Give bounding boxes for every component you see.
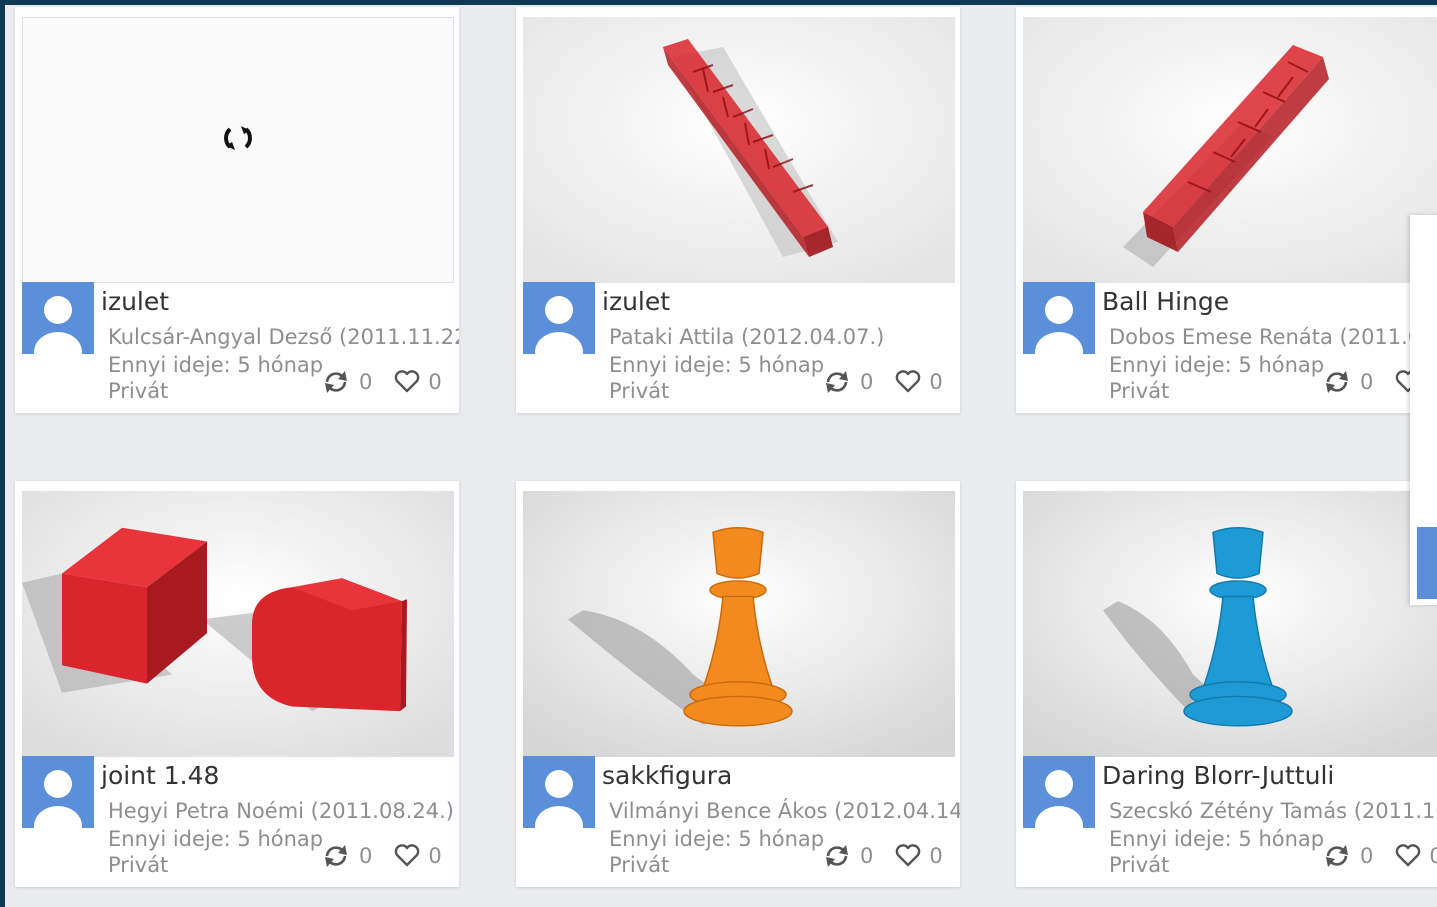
- design-author[interactable]: Vilmányi Bence Ákos (2012.04.14.): [609, 799, 960, 823]
- design-title[interactable]: izulet: [101, 287, 169, 316]
- design-author[interactable]: Pataki Attila (2012.04.07.): [609, 325, 884, 349]
- design-title[interactable]: Ball Hinge: [1102, 287, 1229, 316]
- remix-icon[interactable]: [1322, 843, 1352, 869]
- remix-icon[interactable]: [321, 843, 351, 869]
- design-thumbnail[interactable]: [22, 491, 454, 757]
- remix-count: 0: [1360, 370, 1374, 394]
- avatar[interactable]: [22, 756, 94, 828]
- like-count: 0: [929, 370, 943, 394]
- design-card[interactable]: sakkfigura Vilmányi Bence Ákos (2012.04.…: [516, 481, 960, 887]
- design-privacy: Privát: [609, 853, 670, 877]
- design-age: Ennyi ideje: 5 hónap: [108, 353, 324, 377]
- blue-chess-pawn-image: [1023, 491, 1437, 757]
- design-thumbnail[interactable]: [523, 17, 955, 283]
- orange-chess-pawn-image: [523, 491, 955, 757]
- avatar[interactable]: [1023, 282, 1095, 354]
- design-thumbnail[interactable]: [1023, 17, 1437, 283]
- design-title[interactable]: joint 1.48: [101, 761, 219, 790]
- design-title[interactable]: sakkfigura: [602, 761, 732, 790]
- design-author[interactable]: Hegyi Petra Noémi (2011.08.24.): [108, 799, 454, 823]
- avatar[interactable]: [523, 756, 595, 828]
- design-stats: 0 0: [321, 369, 456, 395]
- like-count: 0: [428, 844, 442, 868]
- loading-icon: [224, 126, 252, 150]
- design-card[interactable]: izulet Kulcsár-Angyal Dezső (2011.11.22.…: [15, 7, 459, 413]
- remix-icon[interactable]: [822, 843, 852, 869]
- remix-count: 0: [1360, 844, 1374, 868]
- red-maze-bar-image: [523, 17, 955, 283]
- avatar[interactable]: [523, 282, 595, 354]
- heart-icon[interactable]: [394, 370, 420, 394]
- design-author[interactable]: Szecskó Zétény Tamás (2011.10.0: [1109, 799, 1437, 823]
- heart-icon[interactable]: [1395, 844, 1421, 868]
- design-age: Ennyi ideje: 5 hónap: [108, 827, 324, 851]
- remix-count: 0: [359, 370, 373, 394]
- remix-count: 0: [860, 370, 874, 394]
- design-author[interactable]: Dobos Emese Renáta (2011.04: [1109, 325, 1435, 349]
- design-stats: 0 0: [822, 369, 957, 395]
- design-stats: 0 0: [321, 843, 456, 869]
- designs-gallery: izulet Kulcsár-Angyal Dezső (2011.11.22.…: [5, 5, 1437, 907]
- heart-icon[interactable]: [895, 370, 921, 394]
- heart-icon[interactable]: [394, 844, 420, 868]
- design-privacy: Privát: [1109, 853, 1170, 877]
- remix-count: 0: [860, 844, 874, 868]
- heart-icon[interactable]: [895, 844, 921, 868]
- like-count: 0: [428, 370, 442, 394]
- design-card[interactable]: Daring Blorr-Juttuli Szecskó Zétény Tamá…: [1016, 481, 1437, 887]
- design-thumbnail[interactable]: [523, 491, 955, 757]
- remix-count: 0: [359, 844, 373, 868]
- remix-icon[interactable]: [822, 369, 852, 395]
- remix-icon[interactable]: [1322, 369, 1352, 395]
- avatar[interactable]: [1417, 527, 1437, 599]
- design-title[interactable]: Daring Blorr-Juttuli: [1102, 761, 1334, 790]
- design-age: Ennyi ideje: 5 hónap: [1109, 827, 1325, 851]
- design-stats: 0 0: [1322, 843, 1437, 869]
- design-card[interactable]: joint 1.48 Hegyi Petra Noémi (2011.08.24…: [15, 481, 459, 887]
- design-card[interactable]: Ball Hinge Dobos Emese Renáta (2011.04 E…: [1016, 7, 1437, 413]
- like-count: 0: [1429, 844, 1437, 868]
- design-stats: 0 0: [822, 843, 957, 869]
- red-joint-blocks-image: [22, 491, 454, 757]
- design-privacy: Privát: [108, 853, 169, 877]
- design-title[interactable]: izulet: [602, 287, 670, 316]
- design-author[interactable]: Kulcsár-Angyal Dezső (2011.11.22.): [108, 325, 459, 349]
- design-age: Ennyi ideje: 5 hónap: [609, 827, 825, 851]
- design-age: Ennyi ideje: 5 hónap: [1109, 353, 1325, 377]
- design-privacy: Privát: [108, 379, 169, 403]
- design-privacy: Privát: [1109, 379, 1170, 403]
- design-age: Ennyi ideje: 5 hónap: [609, 353, 825, 377]
- design-privacy: Privát: [609, 379, 670, 403]
- red-maze-bar-tilted-image: [1023, 17, 1437, 283]
- avatar[interactable]: [1023, 756, 1095, 828]
- design-card[interactable]: izulet Pataki Attila (2012.04.07.) Ennyi…: [516, 7, 960, 413]
- avatar[interactable]: [22, 282, 94, 354]
- like-count: 0: [929, 844, 943, 868]
- remix-icon[interactable]: [321, 369, 351, 395]
- design-thumbnail[interactable]: [1023, 491, 1437, 757]
- design-thumbnail[interactable]: [22, 17, 454, 283]
